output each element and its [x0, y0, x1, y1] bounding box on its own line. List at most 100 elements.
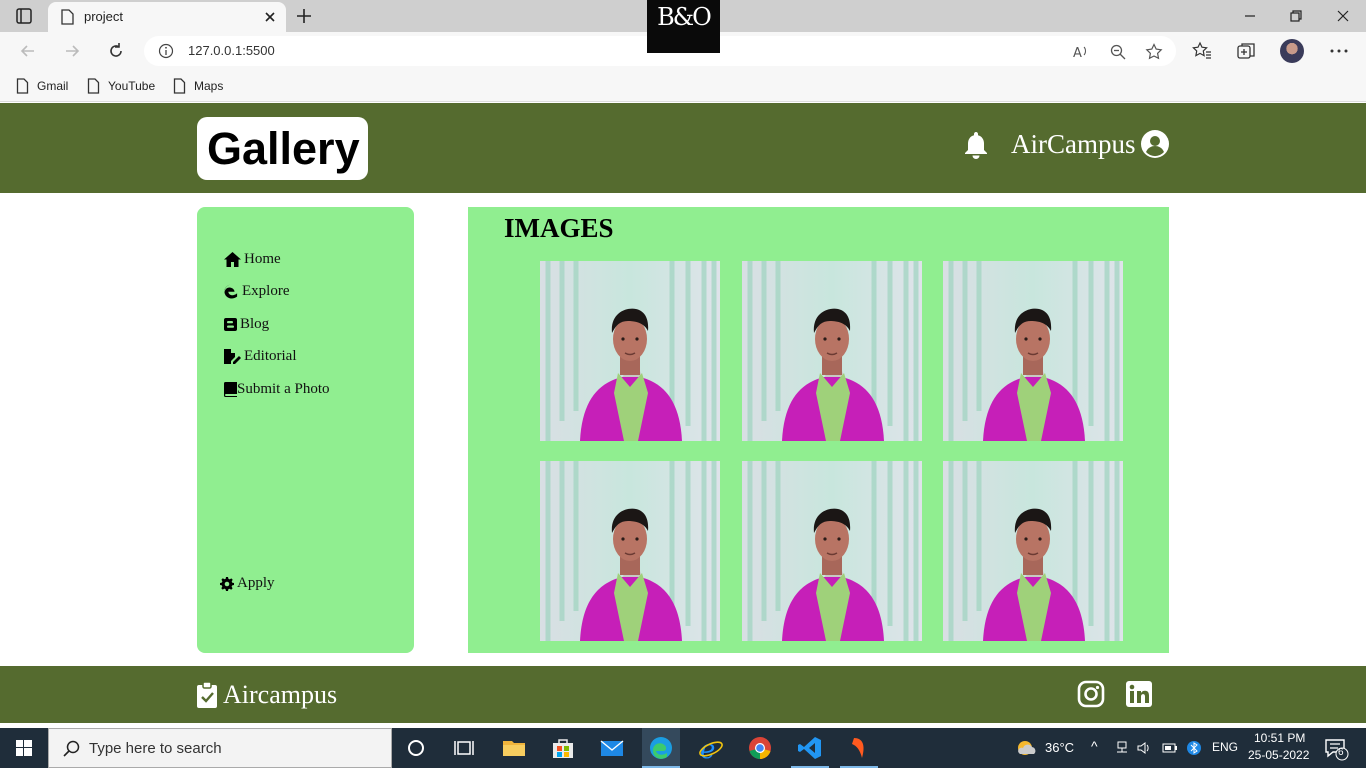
gallery-photo[interactable] — [540, 261, 720, 441]
network-icon[interactable] — [1114, 740, 1130, 756]
gallery-photo[interactable] — [943, 261, 1123, 441]
page-icon — [87, 78, 100, 94]
page-icon — [173, 78, 186, 94]
favorites-icon[interactable] — [1191, 40, 1213, 62]
book-icon — [224, 382, 237, 397]
gear-icon — [220, 576, 234, 591]
sidebar-item-apply[interactable]: Apply — [220, 575, 275, 592]
windows-taskbar: Type here to search e 36°C ^ ENG 10:51 P… — [0, 728, 1366, 768]
refresh-icon[interactable] — [106, 41, 126, 61]
apply-label: Apply — [237, 575, 275, 591]
new-tab-icon[interactable] — [292, 5, 316, 27]
sidebar-item-label: Blog — [240, 316, 270, 332]
site-footer: Aircampus — [0, 666, 1366, 723]
footer-brand-text: Aircampus — [223, 680, 338, 709]
gallery-logo[interactable]: Gallery — [197, 117, 368, 180]
gallery-photo[interactable] — [742, 261, 922, 441]
svg-text:A: A — [1073, 46, 1082, 61]
notification-count: 6 — [1338, 747, 1344, 758]
sidebar-item-label: Explore — [242, 283, 290, 299]
sidebar-item-label: Submit a Photo — [237, 381, 330, 397]
bo-logo: B&O — [647, 0, 720, 53]
edge-logo-icon — [224, 284, 238, 299]
restore-icon[interactable] — [1286, 6, 1306, 26]
header-brand[interactable]: AirCampus — [1011, 129, 1136, 160]
weather-temp[interactable]: 36°C — [1045, 740, 1074, 755]
task-view-icon[interactable] — [450, 734, 478, 762]
collections-icon[interactable] — [1235, 40, 1257, 62]
close-window-icon[interactable] — [1333, 6, 1353, 26]
clock-time[interactable]: 10:51 PM — [1254, 731, 1305, 745]
notification-center-icon[interactable]: 6 — [1322, 734, 1350, 762]
page-icon — [16, 78, 29, 94]
tab-title: project — [84, 9, 124, 24]
sidebar-item-explore[interactable]: Explore — [224, 283, 289, 300]
back-icon[interactable] — [18, 41, 38, 61]
browser-tab[interactable]: project — [48, 2, 286, 32]
sidebar-item-label: Home — [244, 251, 281, 267]
windows-start-icon[interactable] — [0, 728, 48, 768]
microsoft-store-icon[interactable] — [549, 734, 577, 762]
gallery-photo[interactable] — [540, 461, 720, 641]
chrome-icon[interactable] — [746, 734, 774, 762]
weather-icon[interactable] — [1014, 734, 1042, 762]
sidebar-item-editorial[interactable]: Editorial — [224, 348, 297, 365]
file-edit-icon — [224, 349, 241, 364]
read-aloud-icon[interactable]: A — [1072, 43, 1090, 61]
zoom-out-icon[interactable] — [1109, 43, 1127, 61]
bluetooth-icon[interactable] — [1187, 739, 1201, 757]
tab-actions-icon[interactable] — [12, 6, 36, 26]
sidebar-item-blog[interactable]: Blog — [224, 316, 269, 333]
clipboard-check-icon — [197, 682, 217, 708]
clock-date[interactable]: 25-05-2022 — [1248, 748, 1309, 762]
mail-icon[interactable] — [598, 734, 626, 762]
forward-icon[interactable] — [62, 41, 82, 61]
page-icon — [60, 9, 74, 30]
more-menu-icon[interactable] — [1328, 40, 1350, 62]
profile-avatar[interactable] — [1280, 39, 1304, 63]
chevron-up-icon[interactable]: ^ — [1091, 738, 1098, 754]
sidebar: Home Explore Blog Editorial Submit a Pho… — [197, 207, 414, 653]
cortana-icon[interactable] — [402, 734, 430, 762]
linkedin-icon[interactable] — [1125, 680, 1153, 708]
bookmark-label: YouTube — [108, 79, 156, 93]
add-favorite-icon[interactable] — [1145, 43, 1163, 61]
search-icon — [63, 740, 80, 757]
edge-taskbar-icon[interactable] — [642, 728, 680, 768]
bookmark-gmail[interactable]: Gmail — [16, 76, 68, 96]
user-circle-icon[interactable] — [1141, 130, 1169, 158]
footer-brand[interactable]: Aircampus — [197, 680, 337, 710]
sidebar-item-submit-photo[interactable]: Submit a Photo — [224, 381, 330, 398]
home-icon — [224, 252, 241, 267]
images-heading: IMAGES — [504, 213, 614, 243]
bookmark-maps[interactable]: Maps — [173, 76, 223, 96]
info-icon[interactable] — [158, 43, 174, 64]
search-placeholder: Type here to search — [89, 740, 222, 757]
file-explorer-icon[interactable] — [500, 734, 528, 762]
vscode-icon[interactable] — [791, 734, 829, 768]
sidebar-item-label: Editorial — [244, 348, 297, 364]
bo-logo-text: B&O — [657, 3, 712, 31]
app-icon[interactable] — [840, 734, 878, 768]
gallery-photo[interactable] — [742, 461, 922, 641]
volume-icon[interactable] — [1136, 740, 1152, 756]
bell-icon[interactable] — [962, 130, 990, 160]
bookmarks-bar: Gmail YouTube Maps — [0, 70, 1366, 102]
taskbar-search[interactable]: Type here to search — [48, 728, 392, 768]
minimize-icon[interactable] — [1240, 6, 1260, 26]
bookmark-label: Gmail — [37, 79, 69, 93]
close-tab-icon[interactable] — [260, 7, 280, 27]
blogger-icon — [224, 318, 237, 331]
logo-text: Gallery — [207, 123, 360, 174]
url-text: 127.0.0.1:5500 — [188, 43, 275, 58]
internet-explorer-icon[interactable]: e — [697, 734, 725, 765]
language-indicator[interactable]: ENG — [1212, 740, 1238, 754]
gallery-photo[interactable] — [943, 461, 1123, 641]
bookmark-label: Maps — [194, 79, 224, 93]
images-panel: IMAGES — [468, 207, 1169, 653]
battery-icon[interactable] — [1161, 740, 1179, 756]
bookmark-youtube[interactable]: YouTube — [87, 76, 155, 96]
sidebar-item-home[interactable]: Home — [224, 251, 281, 268]
site-header: Gallery AirCampus — [0, 103, 1366, 193]
instagram-icon[interactable] — [1077, 680, 1105, 708]
